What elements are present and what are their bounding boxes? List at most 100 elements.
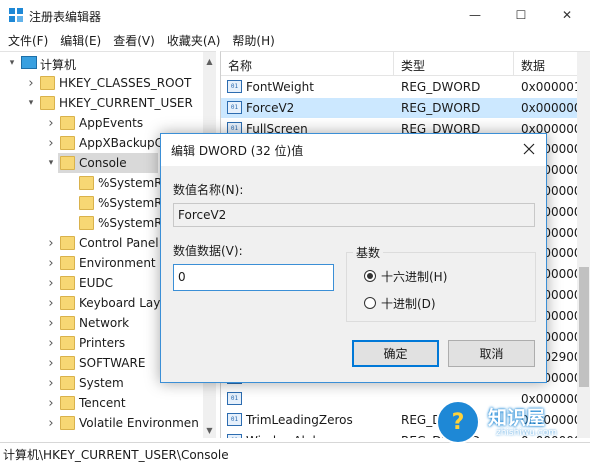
chevron-right-icon[interactable]: › (45, 293, 57, 313)
cell-data: 0x000000 (521, 100, 582, 115)
tree-item-label: Control Panel (79, 236, 159, 250)
tree-item-label: HKEY_CLASSES_ROOT (59, 76, 192, 90)
reg-dword-icon: 01 (227, 392, 242, 405)
cell-type: REG_DWORD (401, 80, 481, 94)
chevron-down-icon[interactable]: ▾ (6, 53, 18, 73)
chevron-right-icon[interactable]: › (45, 373, 57, 393)
menu-favorites[interactable]: 收藏夹(A) (163, 32, 225, 49)
tree-item[interactable]: › AppEvents (0, 113, 216, 133)
folder-icon (60, 336, 75, 350)
folder-icon (79, 216, 94, 230)
list-scrollbar[interactable] (577, 52, 590, 438)
scroll-down-icon[interactable]: ▼ (203, 423, 216, 437)
cell-type: REG_DWORD (401, 100, 481, 115)
column-name-header[interactable]: 名称 (228, 57, 252, 74)
cell-name: TrimLeadingZeros (246, 412, 353, 427)
reg-dword-icon: 01 (227, 433, 242, 438)
status-path: 计算机\HKEY_CURRENT_USER\Console (3, 448, 229, 462)
tree-item[interactable]: ▾ 计算机 (0, 53, 216, 73)
chevron-right-icon[interactable]: › (45, 113, 57, 133)
tree-item-label: Printers (79, 336, 126, 350)
folder-icon (60, 116, 75, 130)
tree-item[interactable]: ▾ HKEY_CURRENT_USER (0, 93, 216, 113)
chevron-right-icon[interactable]: › (45, 253, 57, 273)
tree-item-label: %SystemR (98, 176, 163, 190)
radio-hex[interactable] (364, 270, 376, 282)
menu-file[interactable]: 文件(F) (4, 32, 52, 49)
column-type-header[interactable]: 类型 (401, 57, 425, 74)
folder-icon (60, 376, 75, 390)
chevron-right-icon[interactable]: › (45, 353, 57, 373)
watermark-subtitle: zhishiwu.com (496, 428, 557, 438)
reg-dword-icon: 01 (227, 80, 242, 93)
scrollbar-thumb[interactable] (579, 267, 589, 387)
close-icon: ✕ (561, 8, 573, 22)
tree-item-label: Console (79, 156, 127, 170)
cell-name: WindowAlpha (246, 434, 327, 438)
chevron-right-icon[interactable]: › (45, 413, 57, 433)
tree-item-label: Network (79, 316, 130, 330)
chevron-right-icon[interactable]: › (45, 393, 57, 413)
radio-decimal[interactable] (364, 297, 376, 309)
folder-icon (60, 256, 75, 270)
value-data-label: 数值数据(V): (173, 244, 243, 258)
tree-item[interactable]: ▾ Console (49, 153, 158, 173)
folder-icon (60, 396, 75, 410)
cancel-button[interactable]: 取消 (448, 340, 535, 367)
folder-icon (60, 156, 75, 170)
tree-item-label: Environment (79, 256, 156, 270)
help-icon: ? (436, 400, 480, 444)
folder-icon (60, 236, 75, 250)
scroll-up-icon[interactable]: ▲ (203, 54, 216, 68)
value-data-input[interactable]: 0 (173, 264, 334, 291)
maximize-button[interactable]: ☐ (498, 0, 544, 30)
chevron-right-icon[interactable]: › (45, 333, 57, 353)
chevron-right-icon[interactable]: › (45, 133, 57, 153)
value-name-label: 数值名称(N): (173, 183, 244, 197)
minimize-icon: — (469, 8, 481, 22)
folder-icon (79, 196, 94, 210)
close-icon (523, 143, 535, 155)
tree-item-label: %SystemR (98, 216, 163, 230)
reg-dword-icon: 01 (227, 100, 242, 114)
folder-icon (40, 76, 55, 90)
chevron-right-icon[interactable]: › (45, 273, 57, 293)
edit-dword-dialog: 编辑 DWORD (32 位)值 数值名称(N): ForceV2 数值数据(V… (160, 133, 547, 383)
chevron-down-icon[interactable]: ▾ (25, 93, 37, 113)
folder-icon (79, 176, 94, 190)
cell-name: ForceV2 (246, 100, 295, 115)
status-bar: 计算机\HKEY_CURRENT_USER\Console (0, 442, 590, 463)
ok-button[interactable]: 确定 (352, 340, 439, 367)
column-divider[interactable] (513, 52, 514, 76)
column-divider[interactable] (393, 52, 394, 76)
value-name-field: ForceV2 (173, 203, 535, 227)
minimize-button[interactable]: — (452, 0, 498, 30)
base-label: 基数 (353, 244, 384, 261)
tree-item-label: %SystemR (98, 196, 163, 210)
folder-icon (60, 416, 75, 430)
column-data-header[interactable]: 数据 (521, 57, 545, 74)
tree-item[interactable]: › HKEY_CLASSES_ROOT (0, 73, 216, 93)
folder-icon (40, 96, 55, 110)
chevron-right-icon[interactable]: › (45, 313, 57, 333)
tree-item[interactable]: › Tencent (0, 393, 216, 413)
chevron-right-icon[interactable]: › (25, 73, 37, 93)
chevron-down-icon[interactable]: ▾ (45, 153, 57, 173)
radio-decimal-label[interactable]: 十进制(D) (381, 295, 436, 312)
regedit-icon (9, 8, 23, 22)
menu-view[interactable]: 查看(V) (109, 32, 159, 49)
list-row[interactable]: 01 FontWeight REG_DWORD 0x000001 (221, 77, 590, 97)
menu-help[interactable]: 帮助(H) (228, 32, 278, 49)
tree-item-label: SOFTWARE (79, 356, 146, 370)
dialog-close-button[interactable] (514, 136, 544, 162)
tree-item-label: Tencent (79, 396, 126, 410)
tree-item-label: 计算机 (40, 58, 77, 72)
tree-item[interactable]: › Volatile Environmen (0, 413, 216, 433)
list-row[interactable]: 01 ForceV2 REG_DWORD 0x000000 (221, 97, 590, 118)
folder-icon (60, 136, 75, 150)
close-button[interactable]: ✕ (544, 0, 590, 30)
radio-hex-label[interactable]: 十六进制(H) (381, 268, 447, 285)
chevron-right-icon[interactable]: › (45, 233, 57, 253)
watermark: ? 知识屋 zhishiwu.com (436, 400, 586, 444)
menu-edit[interactable]: 编辑(E) (56, 32, 105, 49)
